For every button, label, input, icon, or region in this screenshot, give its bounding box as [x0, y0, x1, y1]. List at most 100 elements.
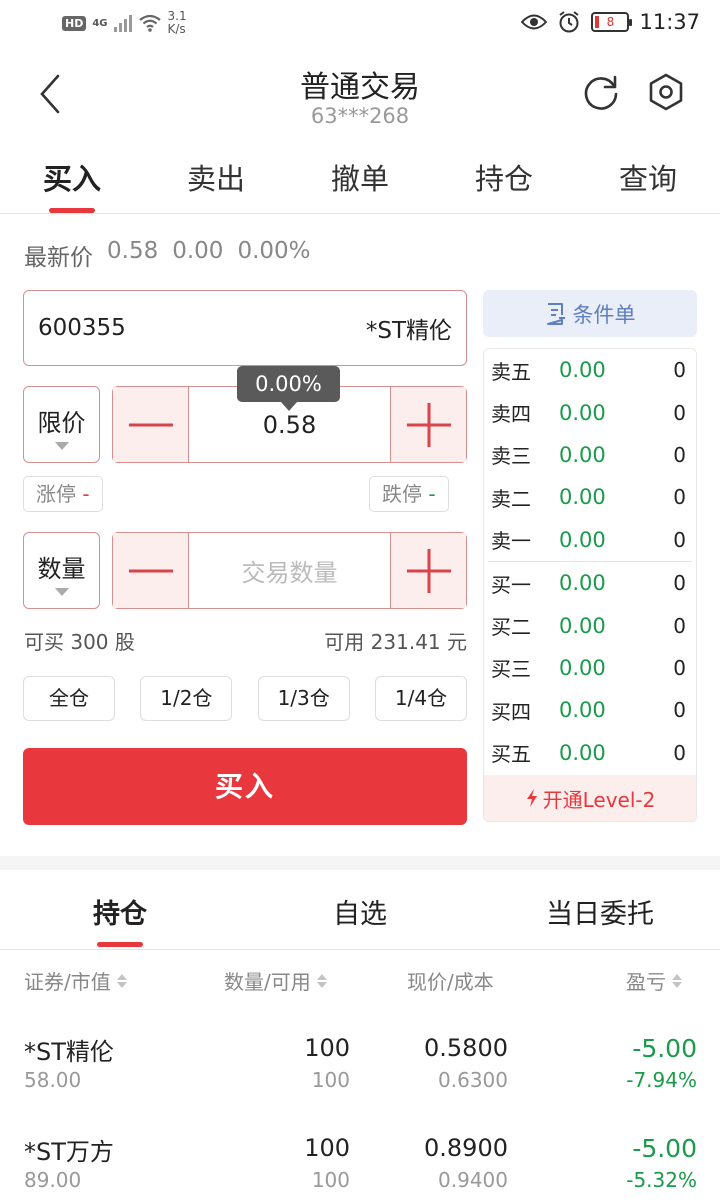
tab-holdings[interactable]: 持仓 — [0, 870, 240, 949]
full-position-button[interactable]: 全仓 — [23, 676, 115, 721]
quantity-decrease-button[interactable] — [113, 533, 189, 608]
holding-profit-loss-percent: -5.32% — [626, 1168, 697, 1192]
tab-query[interactable]: 查询 — [576, 140, 720, 213]
limit-down-value: - — [428, 482, 436, 506]
limit-up-label: 涨停 — [36, 482, 76, 506]
status-left: HD 4G 3.1 K/s — [62, 10, 187, 36]
eye-icon — [521, 14, 548, 30]
settings-hexagon-icon[interactable] — [646, 72, 686, 112]
price-decrease-button[interactable] — [113, 387, 189, 462]
tab-cancel-order[interactable]: 撤单 — [288, 140, 432, 213]
can-buy-info: 可买 300 股 — [24, 630, 135, 654]
available-row: 可买 300 股 可用 231.41 元 — [24, 626, 467, 655]
lightning-icon — [526, 789, 537, 807]
latest-price-change: 0.00 — [172, 238, 224, 264]
holding-profit-loss: -5.00 — [632, 1034, 697, 1063]
order-book-row[interactable]: 买四 0.00 0 — [484, 689, 696, 731]
refresh-icon[interactable] — [581, 72, 621, 112]
column-security-value[interactable]: 证券/市值 — [24, 966, 127, 995]
tab-positions[interactable]: 持仓 — [432, 140, 576, 213]
quantity-input[interactable]: 交易数量 — [189, 533, 390, 608]
holdings-tabs: 持仓 自选 当日委托 — [0, 870, 720, 950]
order-book-row[interactable]: 买二 0.00 0 — [484, 604, 696, 646]
half-position-button[interactable]: 1/2仓 — [140, 676, 233, 721]
order-book-row[interactable]: 卖三 0.00 0 — [484, 434, 696, 476]
column-price-cost: 现价/成本 — [407, 970, 494, 994]
holding-profit-loss: -5.00 — [632, 1134, 697, 1163]
limit-down-label: 跌停 — [382, 482, 422, 506]
condition-order-button[interactable]: 条件单 — [483, 290, 697, 337]
tab-watchlist[interactable]: 自选 — [240, 870, 480, 949]
tab-buy[interactable]: 买入 — [0, 140, 144, 213]
holding-cost: 0.6300 — [438, 1068, 508, 1092]
wifi-icon — [138, 14, 161, 32]
order-book-row[interactable]: 卖二 0.00 0 — [484, 476, 696, 518]
plus-icon — [406, 548, 451, 593]
condition-order-label: 条件单 — [572, 302, 636, 327]
stock-code: 600355 — [38, 315, 126, 341]
order-book-row[interactable]: 买三 0.00 0 — [484, 647, 696, 689]
holding-price: 0.5800 — [424, 1034, 508, 1062]
sort-icon — [672, 973, 682, 988]
holding-name: *ST万方 — [24, 1138, 114, 1166]
holding-market-value: 58.00 — [24, 1068, 82, 1092]
buy-submit-button[interactable]: 买入 — [23, 748, 467, 825]
available-funds-info: 可用 231.41 元 — [324, 630, 467, 654]
status-right: 8 11:37 — [521, 10, 700, 34]
order-book-row[interactable]: 买一 0.00 0 — [484, 562, 696, 604]
latest-price-percent: 0.00% — [237, 238, 311, 264]
quantity-stepper: 交易数量 — [112, 532, 467, 609]
holding-quantity: 100 — [304, 1134, 350, 1162]
quantity-increase-button[interactable] — [390, 533, 466, 608]
tab-today-orders[interactable]: 当日委托 — [480, 870, 720, 949]
latest-price-value: 0.58 — [107, 238, 159, 264]
sort-icon — [316, 973, 327, 988]
holding-cost: 0.9400 — [438, 1168, 508, 1192]
network-type: 4G — [92, 17, 108, 29]
dropdown-triangle-icon — [54, 442, 69, 450]
order-book-row[interactable]: 卖四 0.00 0 — [484, 391, 696, 433]
holding-quantity: 100 — [304, 1034, 350, 1062]
trade-tabs: 买入 卖出 撤单 持仓 查询 — [0, 140, 720, 214]
latest-price-label: 最新价 — [24, 245, 93, 271]
holding-available: 100 — [311, 1068, 350, 1092]
price-increase-button[interactable] — [390, 387, 466, 462]
open-level2-button[interactable]: 开通Level-2 — [484, 775, 696, 821]
column-profit-loss[interactable]: 盈亏 — [626, 966, 682, 995]
plus-icon — [406, 402, 451, 447]
price-type-label: 限价 — [37, 409, 86, 437]
tab-sell[interactable]: 卖出 — [144, 140, 288, 213]
signal-icon — [113, 14, 132, 32]
open-level2-label: 开通Level-2 — [542, 787, 656, 812]
holding-profit-loss-percent: -7.94% — [626, 1068, 697, 1092]
battery-level: 8 — [606, 15, 615, 29]
quantity-type-select[interactable]: 数量 — [23, 532, 100, 609]
quarter-position-button[interactable]: 1/4仓 — [374, 676, 467, 721]
app-header: 普通交易 63***268 — [0, 50, 720, 136]
alarm-icon — [559, 11, 580, 33]
holdings-table-header: 证券/市值 数量/可用 现价/成本 盈亏 — [0, 966, 720, 1000]
stock-code-input[interactable]: 600355 *ST精伦 — [23, 290, 467, 366]
order-book-row[interactable]: 卖五 0.00 0 — [484, 349, 696, 391]
status-bar: HD 4G 3.1 K/s 8 11:37 — [0, 0, 720, 50]
table-row[interactable]: *ST万方 89.00 100 100 0.8900 0.9400 -5.00 … — [0, 1132, 720, 1203]
document-icon — [546, 302, 565, 325]
limit-up-value: - — [82, 482, 90, 506]
holding-price: 0.8900 — [424, 1134, 508, 1162]
third-position-button[interactable]: 1/3仓 — [257, 676, 350, 721]
price-type-select[interactable]: 限价 — [23, 386, 100, 463]
latest-price-row: 最新价 0.58 0.00 0.00% — [24, 238, 311, 272]
network-speed: 3.1 K/s — [167, 9, 187, 36]
clock: 11:37 — [639, 10, 700, 34]
limit-up-tag[interactable]: 涨停 - — [23, 476, 103, 512]
order-book-row[interactable]: 卖一 0.00 0 — [484, 519, 696, 561]
order-book-row[interactable]: 买五 0.00 0 — [484, 732, 696, 774]
column-quantity-available[interactable]: 数量/可用 — [224, 966, 327, 995]
table-row[interactable]: *ST精伦 58.00 100 100 0.5800 0.6300 -5.00 … — [0, 1032, 720, 1112]
sort-icon — [116, 973, 127, 988]
holding-market-value: 89.00 — [24, 1168, 82, 1192]
quantity-type-label: 数量 — [37, 555, 86, 583]
holding-name: *ST精伦 — [24, 1038, 114, 1066]
limit-down-tag[interactable]: 跌停 - — [369, 476, 449, 512]
order-book: 卖五 0.00 0 卖四 0.00 0 卖三 0.00 0 卖二 0.00 0 … — [483, 348, 697, 822]
